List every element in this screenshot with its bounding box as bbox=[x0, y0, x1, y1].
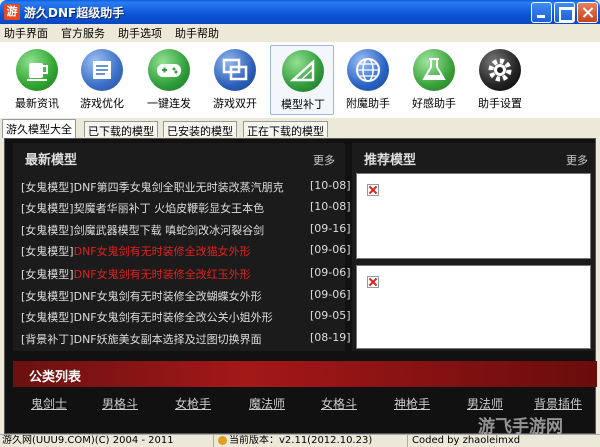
status-version: 当前版本：v2.11(2012.10.23) bbox=[218, 435, 408, 447]
public-list-title: 公类列表 bbox=[29, 370, 82, 385]
news-title: [女鬼模型]剑魔武器模型下载 嗔蛇剑改冰河裂谷剑 bbox=[21, 224, 265, 237]
recommended-models-panel: 推荐模型 更多 bbox=[352, 143, 595, 351]
tool-label: 附魔助手 bbox=[346, 97, 390, 110]
window-title: 游久DNF超级助手 bbox=[24, 6, 125, 20]
status-coded-by: Coded by zhaoleimxd bbox=[412, 435, 521, 446]
info-icon bbox=[218, 435, 227, 445]
tool-optimize[interactable]: 游戏优化 bbox=[70, 45, 134, 115]
news-title: [女鬼模型]DNF女鬼剑有无时装修全改猫女外形 bbox=[21, 245, 251, 258]
news-item[interactable]: [女鬼模型]DNF女鬼剑有无时装修全改猫女外形 [09-06] bbox=[21, 243, 351, 261]
tool-combo[interactable]: 一键连发 bbox=[137, 45, 201, 115]
cup-icon bbox=[16, 49, 58, 91]
news-date: [09-05] bbox=[310, 309, 351, 322]
tool-label: 游戏优化 bbox=[80, 97, 124, 110]
latest-more-link[interactable]: 更多 bbox=[313, 152, 335, 168]
news-item[interactable]: [女鬼模型]契魔者华丽补丁 火焰皮鞭彰显女王本色 [10-08] bbox=[21, 200, 351, 218]
beaker-icon bbox=[413, 49, 455, 91]
recommended-image[interactable] bbox=[356, 265, 591, 349]
broken-image-icon bbox=[367, 276, 379, 288]
category-link[interactable]: 魔法师 bbox=[249, 395, 285, 412]
tool-settings[interactable]: 助手设置 bbox=[468, 45, 532, 115]
news-title: [女鬼模型]DNF第四季女鬼剑全职业无时装改蒸汽朋克 bbox=[21, 181, 284, 194]
tool-label: 模型补丁 bbox=[281, 98, 325, 111]
tool-label: 助手设置 bbox=[478, 97, 522, 110]
menu-bar: 助手界面 官方服务 助手选项 助手帮助 bbox=[0, 24, 600, 42]
title-bar: 游 游久DNF超级助手 bbox=[0, 0, 600, 24]
tab-downloaded[interactable]: 已下载的模型 bbox=[84, 121, 158, 138]
minimize-button[interactable] bbox=[531, 2, 552, 23]
news-item[interactable]: [背景补丁]DNF妖旎美女副本选择及过图切换界面 [08-19] bbox=[21, 331, 351, 349]
news-title: [女鬼模型]DNF女鬼剑有无时装修全改红玉外形 bbox=[21, 268, 251, 281]
latest-models-panel: 最新模型 更多 [女鬼模型]DNF第四季女鬼剑全职业无时装改蒸汽朋克 [10-08… bbox=[13, 143, 351, 351]
news-date: [09-06] bbox=[310, 288, 351, 301]
recommended-models-title: 推荐模型 bbox=[364, 153, 417, 168]
category-link[interactable]: 男法师 bbox=[467, 395, 503, 412]
menu-item-help[interactable]: 助手帮助 bbox=[175, 25, 219, 41]
toolbar: 最新资讯 游戏优化 一键连发 游戏双开 模型补丁 附魔助手 好感助手 助手设置 bbox=[0, 42, 600, 118]
tool-news[interactable]: 最新资讯 bbox=[5, 45, 69, 115]
news-date: [10-08] bbox=[310, 179, 351, 192]
news-date: [09-06] bbox=[310, 243, 351, 256]
news-title: [女鬼模型]契魔者华丽补丁 火焰皮鞭彰显女王本色 bbox=[21, 202, 265, 215]
latest-models-title: 最新模型 bbox=[25, 153, 78, 168]
tab-downloading[interactable]: 正在下载的模型 bbox=[243, 121, 328, 138]
main-panel: 最新模型 更多 [女鬼模型]DNF第四季女鬼剑全职业无时装改蒸汽朋克 [10-08… bbox=[4, 138, 597, 434]
category-link[interactable]: 男格斗 bbox=[102, 395, 138, 412]
news-item[interactable]: [女鬼模型]DNF女鬼剑有无时装修全改红玉外形 [09-06] bbox=[21, 266, 351, 284]
news-date: [09-06] bbox=[310, 266, 351, 279]
ruler-icon bbox=[282, 50, 324, 92]
gamepad-icon bbox=[148, 49, 190, 91]
close-button[interactable] bbox=[577, 2, 598, 23]
public-list-header: 公类列表 bbox=[13, 361, 597, 387]
news-item[interactable]: [女鬼模型]剑魔武器模型下载 嗔蛇剑改冰河裂谷剑 [09-16] bbox=[21, 222, 351, 240]
globe-icon bbox=[347, 49, 389, 91]
category-link[interactable]: 鬼剑士 bbox=[31, 395, 67, 412]
panel-header: 推荐模型 更多 bbox=[352, 143, 595, 169]
category-link[interactable]: 女格斗 bbox=[321, 395, 357, 412]
tool-label: 游戏双开 bbox=[213, 97, 257, 110]
app-icon: 游 bbox=[4, 4, 20, 20]
panel-header: 最新模型 更多 bbox=[13, 143, 345, 169]
category-link[interactable]: 神枪手 bbox=[394, 395, 430, 412]
tab-model-library[interactable]: 游久模型大全 bbox=[2, 119, 76, 138]
tab-bar: 游久模型大全 已下载的模型 已安装的模型 正在下载的模型 bbox=[0, 119, 600, 138]
windows-icon bbox=[214, 49, 256, 91]
news-title: [背景补丁]DNF妖旎美女副本选择及过图切换界面 bbox=[21, 333, 262, 346]
recommend-more-link[interactable]: 更多 bbox=[566, 152, 588, 168]
status-bar: 游久网(UUU9.COM)(C) 2004 - 2011 当前版本：v2.11(… bbox=[0, 434, 600, 447]
maximize-button[interactable] bbox=[554, 2, 575, 23]
category-link[interactable]: 背景插件 bbox=[534, 395, 582, 412]
news-title: [女鬼模型]DNF女鬼剑有无时装修全改公关小姐外形 bbox=[21, 311, 273, 324]
recommended-image[interactable] bbox=[356, 173, 591, 259]
category-link[interactable]: 女枪手 bbox=[175, 395, 211, 412]
tool-favor[interactable]: 好感助手 bbox=[402, 45, 466, 115]
gear-icon bbox=[479, 49, 521, 91]
news-date: [09-16] bbox=[310, 222, 351, 235]
tool-enchant[interactable]: 附魔助手 bbox=[336, 45, 400, 115]
menu-item-official[interactable]: 官方服务 bbox=[61, 25, 105, 41]
scroll-icon bbox=[81, 49, 123, 91]
tool-label: 好感助手 bbox=[412, 97, 456, 110]
news-date: [10-08] bbox=[310, 200, 351, 213]
news-item[interactable]: [女鬼模型]DNF女鬼剑有无时装修全改公关小姐外形 [09-05] bbox=[21, 309, 351, 327]
status-copyright: 游久网(UUU9.COM)(C) 2004 - 2011 bbox=[2, 435, 214, 447]
tab-installed[interactable]: 已安装的模型 bbox=[163, 121, 237, 138]
tool-label: 最新资讯 bbox=[15, 97, 59, 110]
menu-item-interface[interactable]: 助手界面 bbox=[4, 25, 48, 41]
news-item[interactable]: [女鬼模型]DNF第四季女鬼剑全职业无时装改蒸汽朋克 [10-08] bbox=[21, 179, 351, 197]
news-title: [女鬼模型]DNF女鬼剑有无时装修全改蝴蝶女外形 bbox=[21, 290, 262, 303]
broken-image-icon bbox=[367, 184, 379, 196]
menu-item-options[interactable]: 助手选项 bbox=[118, 25, 162, 41]
tool-label: 一键连发 bbox=[147, 97, 191, 110]
tool-model-patch[interactable]: 模型补丁 bbox=[270, 45, 334, 115]
news-date: [08-19] bbox=[310, 331, 351, 344]
news-item[interactable]: [女鬼模型]DNF女鬼剑有无时装修全改蝴蝶女外形 [09-06] bbox=[21, 288, 351, 306]
tool-dual[interactable]: 游戏双开 bbox=[203, 45, 267, 115]
